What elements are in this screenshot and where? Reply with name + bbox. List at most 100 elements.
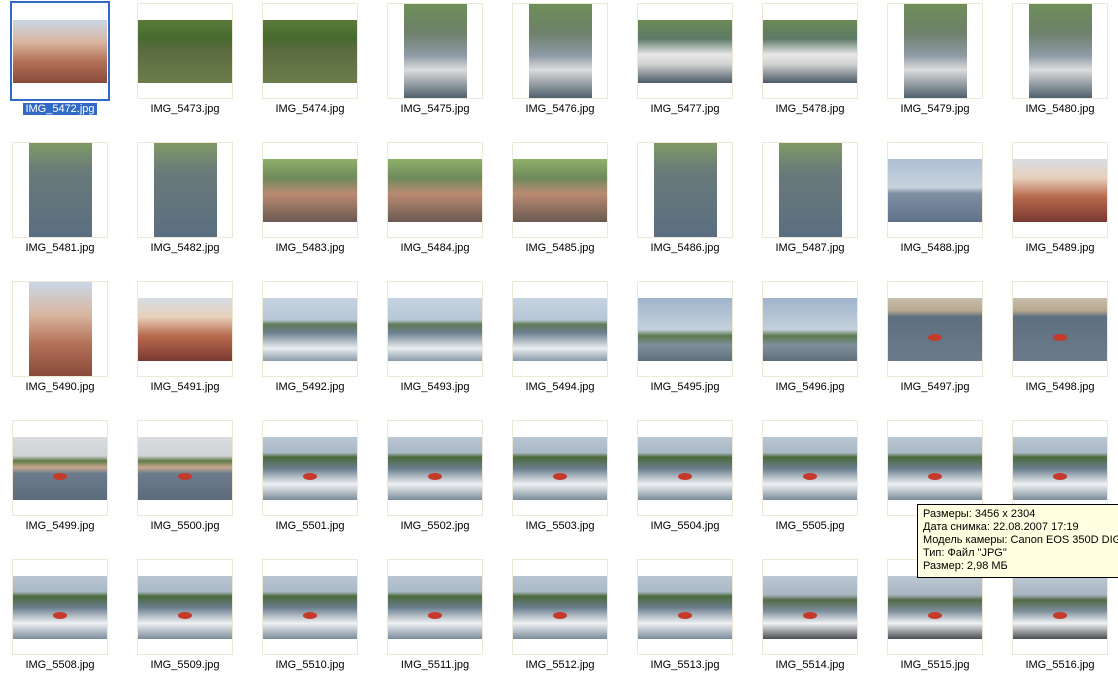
photo-thumbnail[interactable] bbox=[778, 143, 842, 237]
photo-thumbnail[interactable] bbox=[638, 575, 732, 639]
photo-thumbnail[interactable] bbox=[1013, 436, 1107, 500]
photo-thumbnail[interactable] bbox=[528, 4, 592, 98]
file-thumbnail-item[interactable]: IMG_5504.jpg bbox=[625, 417, 750, 547]
photo-thumbnail[interactable] bbox=[888, 158, 982, 222]
file-thumbnail-item[interactable]: IMG_5493.jpg bbox=[375, 278, 500, 408]
thumbnail-frame[interactable] bbox=[512, 142, 608, 238]
thumbnail-frame[interactable] bbox=[512, 559, 608, 655]
photo-thumbnail[interactable] bbox=[1013, 158, 1107, 222]
photo-thumbnail[interactable] bbox=[1028, 4, 1092, 98]
photo-thumbnail[interactable] bbox=[763, 575, 857, 639]
thumbnail-frame[interactable] bbox=[762, 420, 858, 516]
thumbnail-frame[interactable] bbox=[387, 559, 483, 655]
file-name-label[interactable]: IMG_5511.jpg bbox=[375, 659, 495, 672]
thumbnail-frame[interactable] bbox=[12, 281, 108, 377]
file-thumbnail-item[interactable]: IMG_5485.jpg bbox=[500, 139, 625, 269]
thumbnail-frame[interactable] bbox=[387, 281, 483, 377]
file-thumbnail-item[interactable]: IMG_5478.jpg bbox=[750, 0, 875, 130]
photo-thumbnail[interactable] bbox=[263, 436, 357, 500]
file-thumbnail-item[interactable]: IMG_5483.jpg bbox=[250, 139, 375, 269]
file-thumbnail-item[interactable]: IMG_5508.jpg bbox=[0, 556, 125, 686]
file-thumbnail-item[interactable]: IMG_5489.jpg bbox=[1000, 139, 1118, 269]
photo-thumbnail[interactable] bbox=[388, 436, 482, 500]
file-name-label[interactable]: IMG_5504.jpg bbox=[625, 520, 745, 533]
file-name-label[interactable]: IMG_5487.jpg bbox=[750, 242, 870, 255]
file-name-label[interactable]: IMG_5476.jpg bbox=[500, 103, 620, 116]
thumbnail-frame[interactable] bbox=[1012, 420, 1108, 516]
thumbnail-frame[interactable] bbox=[887, 142, 983, 238]
file-name-label[interactable]: IMG_5481.jpg bbox=[0, 242, 120, 255]
thumbnail-frame[interactable] bbox=[12, 420, 108, 516]
file-thumbnail-item[interactable]: IMG_5509.jpg bbox=[125, 556, 250, 686]
photo-thumbnail[interactable] bbox=[13, 19, 107, 83]
thumbnail-frame[interactable] bbox=[1012, 142, 1108, 238]
thumbnail-frame[interactable] bbox=[887, 281, 983, 377]
photo-thumbnail[interactable] bbox=[888, 436, 982, 500]
file-thumbnail-item[interactable]: IMG_5510.jpg bbox=[250, 556, 375, 686]
file-name-label[interactable]: IMG_5479.jpg bbox=[875, 103, 995, 116]
thumbnail-frame[interactable] bbox=[637, 420, 733, 516]
file-name-label[interactable]: IMG_5477.jpg bbox=[625, 103, 745, 116]
photo-thumbnail[interactable] bbox=[28, 282, 92, 376]
thumbnail-frame[interactable] bbox=[137, 559, 233, 655]
file-name-label[interactable]: IMG_5490.jpg bbox=[0, 381, 120, 394]
thumbnail-frame[interactable] bbox=[1012, 281, 1108, 377]
file-name-label[interactable]: IMG_5510.jpg bbox=[250, 659, 370, 672]
file-thumbnail-item[interactable]: IMG_5488.jpg bbox=[875, 139, 1000, 269]
thumbnail-frame[interactable] bbox=[887, 3, 983, 99]
thumbnail-frame[interactable] bbox=[262, 281, 358, 377]
file-name-label[interactable]: IMG_5483.jpg bbox=[250, 242, 370, 255]
file-name-label[interactable]: IMG_5493.jpg bbox=[375, 381, 495, 394]
photo-thumbnail[interactable] bbox=[263, 575, 357, 639]
file-thumbnail-item[interactable]: IMG_5514.jpg bbox=[750, 556, 875, 686]
photo-thumbnail[interactable] bbox=[888, 575, 982, 639]
file-name-label[interactable]: IMG_5489.jpg bbox=[1000, 242, 1118, 255]
file-name-label[interactable]: IMG_5499.jpg bbox=[0, 520, 120, 533]
file-thumbnail-item[interactable]: IMG_5491.jpg bbox=[125, 278, 250, 408]
thumbnail-frame[interactable] bbox=[137, 3, 233, 99]
file-thumbnail-item[interactable]: IMG_5501.jpg bbox=[250, 417, 375, 547]
photo-thumbnail[interactable] bbox=[138, 19, 232, 83]
thumbnail-frame[interactable] bbox=[387, 420, 483, 516]
thumbnail-frame[interactable] bbox=[762, 559, 858, 655]
file-name-label[interactable]: IMG_5503.jpg bbox=[500, 520, 620, 533]
photo-thumbnail[interactable] bbox=[763, 19, 857, 83]
file-thumbnail-item[interactable]: IMG_5479.jpg bbox=[875, 0, 1000, 130]
file-name-label[interactable]: IMG_5496.jpg bbox=[750, 381, 870, 394]
file-name-label[interactable]: IMG_5484.jpg bbox=[375, 242, 495, 255]
file-name-label[interactable]: IMG_5482.jpg bbox=[125, 242, 245, 255]
file-thumbnail-item[interactable]: IMG_5511.jpg bbox=[375, 556, 500, 686]
file-thumbnail-item[interactable]: IMG_5499.jpg bbox=[0, 417, 125, 547]
thumbnail-frame[interactable] bbox=[887, 420, 983, 516]
file-name-label[interactable]: IMG_5486.jpg bbox=[625, 242, 745, 255]
photo-thumbnail[interactable] bbox=[763, 436, 857, 500]
thumbnail-frame[interactable] bbox=[762, 3, 858, 99]
photo-thumbnail[interactable] bbox=[388, 297, 482, 361]
thumbnail-frame[interactable] bbox=[262, 142, 358, 238]
thumbnail-frame[interactable] bbox=[387, 142, 483, 238]
file-name-label[interactable]: IMG_5492.jpg bbox=[250, 381, 370, 394]
photo-thumbnail[interactable] bbox=[388, 575, 482, 639]
file-name-label[interactable]: IMG_5501.jpg bbox=[250, 520, 370, 533]
photo-thumbnail[interactable] bbox=[513, 575, 607, 639]
file-name-label[interactable]: IMG_5488.jpg bbox=[875, 242, 995, 255]
file-thumbnail-item[interactable]: IMG_5502.jpg bbox=[375, 417, 500, 547]
file-name-label[interactable]: IMG_5491.jpg bbox=[125, 381, 245, 394]
photo-thumbnail[interactable] bbox=[1013, 575, 1107, 639]
file-thumbnail-item[interactable]: IMG_5477.jpg bbox=[625, 0, 750, 130]
thumbnail-frame[interactable] bbox=[12, 559, 108, 655]
file-name-label[interactable]: IMG_5512.jpg bbox=[500, 659, 620, 672]
file-thumbnail-item[interactable]: IMG_5476.jpg bbox=[500, 0, 625, 130]
photo-thumbnail[interactable] bbox=[888, 297, 982, 361]
photo-thumbnail[interactable] bbox=[388, 158, 482, 222]
photo-thumbnail[interactable] bbox=[403, 4, 467, 98]
file-name-label[interactable]: IMG_5495.jpg bbox=[625, 381, 745, 394]
file-thumbnail-item[interactable]: IMG_5497.jpg bbox=[875, 278, 1000, 408]
photo-thumbnail[interactable] bbox=[263, 19, 357, 83]
file-name-label[interactable]: IMG_5509.jpg bbox=[125, 659, 245, 672]
photo-thumbnail[interactable] bbox=[513, 436, 607, 500]
photo-thumbnail[interactable] bbox=[28, 143, 92, 237]
thumbnail-frame[interactable] bbox=[262, 420, 358, 516]
file-thumbnail-item[interactable]: IMG_5512.jpg bbox=[500, 556, 625, 686]
thumbnail-frame[interactable] bbox=[512, 3, 608, 99]
